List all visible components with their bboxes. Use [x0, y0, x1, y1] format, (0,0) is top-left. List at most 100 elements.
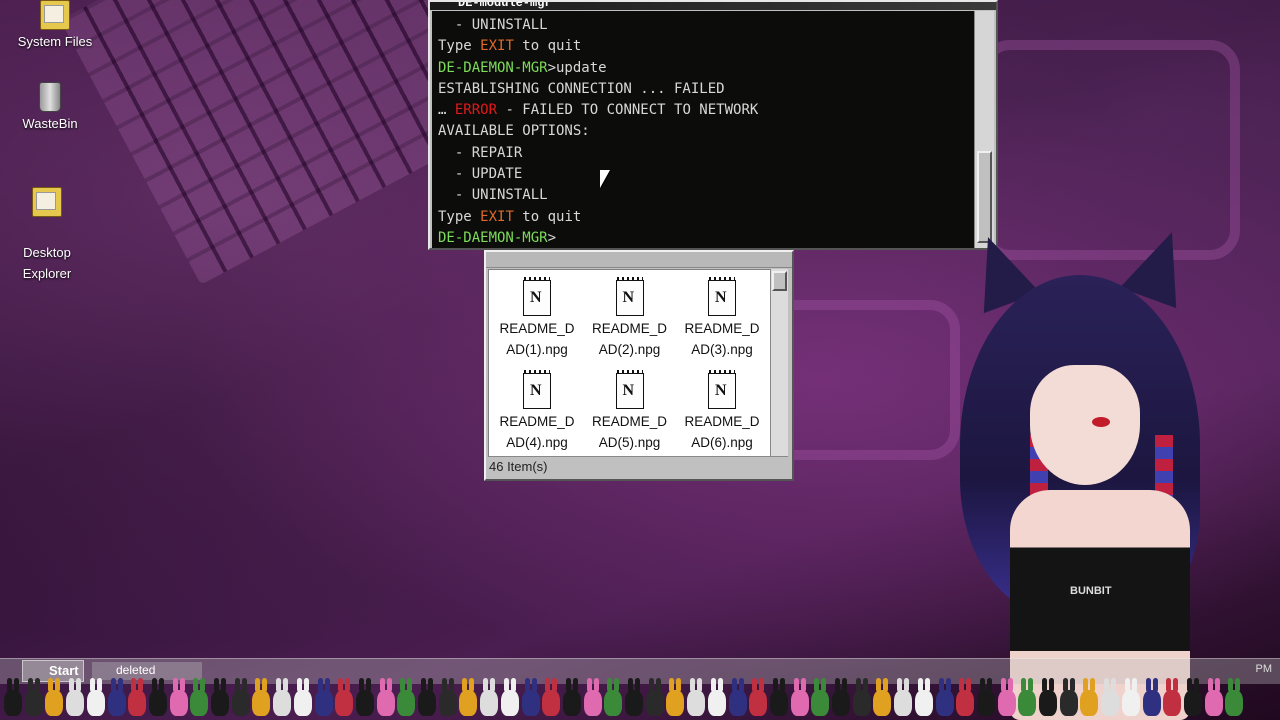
bunny-avatar-icon: [273, 678, 292, 716]
avatar-face: [1030, 365, 1140, 485]
bunny-avatar-icon: [480, 678, 499, 716]
file-list[interactable]: README_D AD(1).npg README_D AD(2).npg READ…: [488, 269, 772, 457]
notepad-file-icon: [708, 277, 736, 316]
bunny-avatar-icon: [1142, 678, 1161, 716]
bunny-avatar-icon: [728, 678, 747, 716]
file-item[interactable]: README_D AD(6).npg: [676, 367, 768, 453]
bunny-avatar-icon: [4, 678, 22, 716]
desktop: System Files WasteBin Desktop Explorer D…: [0, 0, 1280, 720]
bunny-avatar-icon: [666, 678, 685, 716]
terminal-text: - UNINSTALL: [438, 17, 548, 33]
file-item[interactable]: README_D AD(5).npg: [584, 367, 676, 453]
bunny-avatar-icon: [976, 678, 995, 716]
file-item[interactable]: README_D AD(2).npg: [584, 274, 676, 360]
shirt-text: BUNBIT: [1070, 585, 1112, 597]
terminal-window[interactable]: DE-module-mgr - UNINSTALL Type EXIT to qu…: [428, 0, 998, 250]
file-item[interactable]: README_D AD(4).npg: [491, 367, 583, 453]
bunny-avatar-icon: [997, 678, 1016, 716]
desktop-icon-label: Desktop Explorer: [22, 245, 72, 281]
bunny-avatar-icon: [418, 678, 436, 716]
explorer-toolbar[interactable]: [486, 252, 792, 268]
bunny-avatar-icon: [397, 678, 416, 716]
terminal-prompt: DE-DAEMON-MGR: [438, 229, 548, 246]
file-name: README_D AD(2).npg: [591, 321, 667, 357]
bunny-avatar-icon: [459, 678, 478, 716]
bunny-avatar-icon: [583, 678, 602, 716]
file-item[interactable]: README_D AD(1).npg: [491, 274, 583, 360]
bunny-avatar-icon: [1018, 678, 1037, 716]
bunny-avatar-icon: [169, 678, 188, 716]
bunny-avatar-icon: [832, 678, 850, 716]
terminal-line: Type EXIT to quit: [438, 36, 970, 57]
notepad-file-icon: [615, 277, 644, 316]
terminal-line: ESTABLISHING CONNECTION ... FAILED: [438, 79, 970, 100]
bunny-avatar-icon: [190, 678, 209, 716]
terminal-title: DE-module-mgr: [458, 2, 552, 10]
bunny-avatar-icon: [1101, 678, 1120, 716]
bunny-avatar-icon: [604, 678, 623, 716]
desktop-icon-system-files[interactable]: System Files: [15, 0, 95, 49]
bunny-avatar-icon: [852, 678, 871, 716]
bunny-avatar-icon: [107, 678, 126, 716]
bunny-avatar-icon: [438, 678, 457, 716]
desktop-icon-wastebin[interactable]: WasteBin: [10, 82, 90, 131]
bunny-avatar-icon: [24, 678, 43, 716]
bunny-avatar-icon: [562, 678, 581, 716]
avatar-character: BUNBIT: [930, 221, 1260, 720]
file-name: README_D AD(4).npg: [499, 414, 575, 450]
terminal-text: to quit: [513, 208, 582, 225]
file-item[interactable]: README_D AD(3).npg: [676, 274, 768, 360]
terminal-line: - UNINSTALL: [438, 15, 970, 36]
bunny-avatar-icon: [956, 678, 975, 716]
terminal-line: - UPDATE: [438, 164, 970, 185]
cable-wallpaper: [980, 40, 1240, 260]
terminal-line: … ERROR - FAILED TO CONNECT TO NETWORK: [438, 100, 970, 121]
mouse-cursor-icon: [600, 170, 610, 188]
terminal-line: Type EXIT to quit: [438, 207, 970, 228]
bunny-avatar-icon: [211, 678, 229, 716]
bunny-avatar-icon: [645, 678, 664, 716]
terminal-exit-keyword: EXIT: [480, 38, 514, 55]
terminal-text: - REPAIR: [438, 144, 523, 161]
notepad-file-icon: [708, 370, 736, 409]
terminal-line: DE-DAEMON-MGR>update: [438, 58, 970, 79]
terminal-titlebar[interactable]: DE-module-mgr: [430, 2, 996, 10]
bunny-avatar-icon: [86, 678, 105, 716]
desktop-icon-desktop-explorer[interactable]: Desktop Explorer: [7, 166, 87, 305]
terminal-scrollbar-thumb[interactable]: [977, 151, 992, 243]
notepad-file-icon: [523, 277, 551, 316]
terminal-error-keyword: ERROR: [454, 102, 498, 119]
bunny-avatar-icon: [790, 678, 809, 716]
file-name: README_D AD(3).npg: [684, 321, 760, 357]
avatar-eye: [1092, 417, 1110, 427]
terminal-text: - UNINSTALL: [438, 187, 548, 204]
bunny-avatar-icon: [873, 678, 892, 716]
file-name: README_D AD(1).npg: [499, 321, 575, 357]
terminal-scrollbar[interactable]: [974, 11, 994, 248]
bunny-avatar-icon: [894, 678, 913, 716]
file-name: README_D AD(5).npg: [591, 414, 667, 450]
terminal-text: Type: [438, 38, 481, 55]
terminal-text: ESTABLISHING CONNECTION ... FAILED: [438, 80, 725, 97]
bunny-avatar-icon: [625, 678, 643, 716]
terminal-line: DE-DAEMON-MGR>: [438, 228, 970, 248]
explorer-scrollbar-thumb[interactable]: [772, 271, 787, 291]
bunny-avatar-icon: [1080, 678, 1099, 716]
bunny-avatar-icon: [769, 678, 788, 716]
bunny-avatar-icon: [1225, 678, 1244, 716]
terminal-text: AVAILABLE OPTIONS:: [438, 123, 590, 140]
file-explorer-window[interactable]: README_D AD(1).npg README_D AD(2).npg READ…: [484, 250, 794, 481]
terminal-output[interactable]: - UNINSTALL Type EXIT to quit DE-DAEMON-MG…: [432, 11, 976, 248]
notepad-file-icon: [523, 370, 551, 409]
bunny-avatar-icon: [148, 678, 167, 716]
bunny-avatar-icon: [1059, 678, 1078, 716]
terminal-text: Type: [438, 208, 481, 225]
bunny-avatar-icon: [707, 678, 726, 716]
terminal-line: - REPAIR: [438, 143, 970, 164]
bunny-avatar-icon: [231, 678, 250, 716]
bunny-avatar-icon: [1163, 678, 1182, 716]
terminal-command: >update: [547, 59, 607, 76]
bunny-avatar-icon: [293, 678, 312, 716]
explorer-scrollbar[interactable]: [770, 269, 788, 457]
bunny-avatar-icon: [1039, 678, 1057, 716]
